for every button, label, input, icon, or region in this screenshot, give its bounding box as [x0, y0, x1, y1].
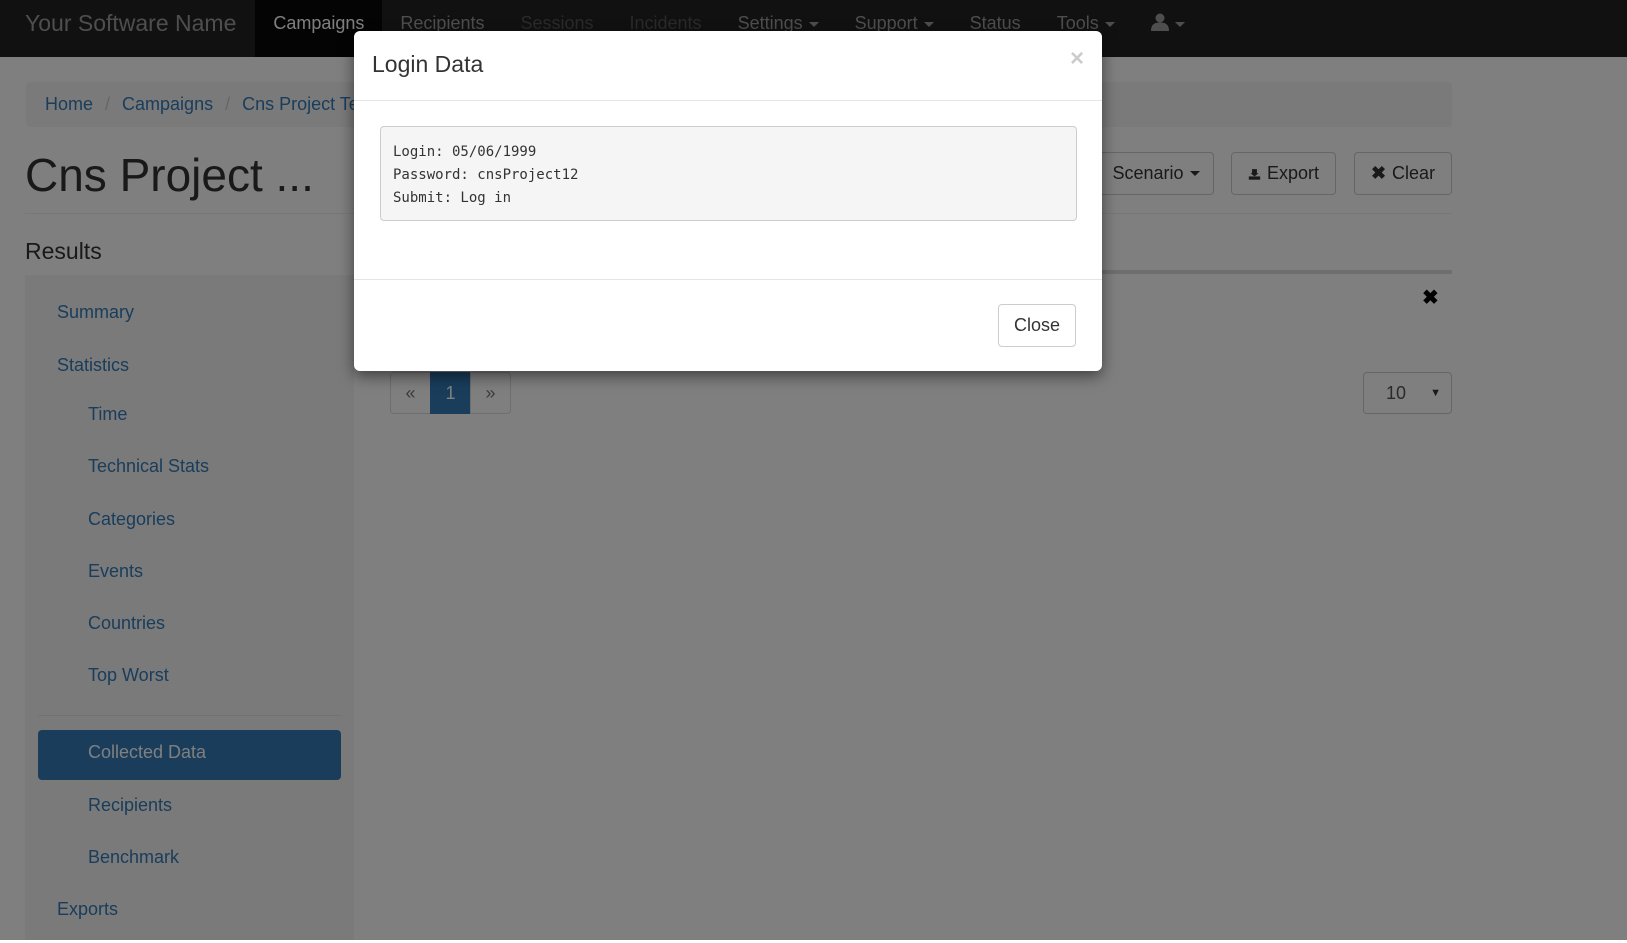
- close-icon[interactable]: ×: [1070, 47, 1084, 71]
- login-data-modal: Login Data × Login: 05/06/1999 Password:…: [354, 31, 1102, 371]
- modal-body: Login: 05/06/1999 Password: cnsProject12…: [354, 101, 1102, 279]
- login-line: Login: 05/06/1999: [393, 144, 537, 160]
- close-button[interactable]: Close: [997, 304, 1076, 347]
- login-data-block: Login: 05/06/1999 Password: cnsProject12…: [380, 126, 1077, 221]
- modal-footer: Close: [354, 279, 1102, 371]
- password-line: Password: cnsProject12: [393, 167, 579, 183]
- modal-title: Login Data: [372, 51, 484, 77]
- submit-line: Submit: Log in: [393, 190, 512, 206]
- modal-header: Login Data ×: [354, 31, 1102, 101]
